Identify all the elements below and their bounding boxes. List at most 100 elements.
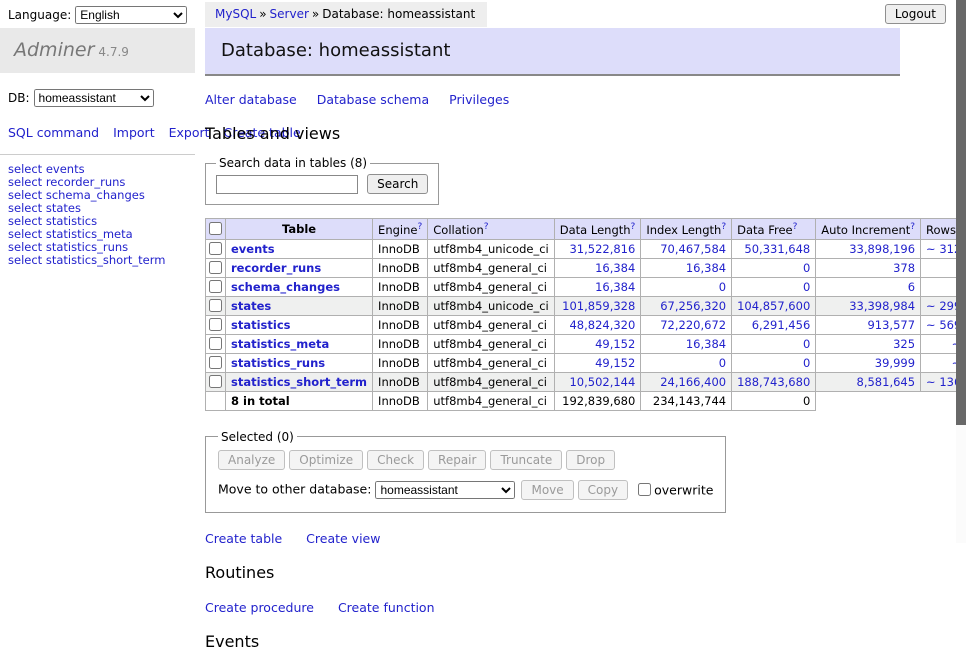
database-action-link[interactable]: Alter database (205, 92, 297, 107)
table-name-link[interactable]: schema_changes (231, 280, 340, 294)
tables-total-row: 8 in total InnoDB utf8mb4_general_ci 192… (206, 391, 966, 410)
table-name-link[interactable]: statistics_short_term (231, 375, 367, 389)
row-checkbox[interactable] (209, 299, 222, 312)
table-name-link[interactable]: states (231, 299, 271, 313)
index-length-value[interactable]: 16,384 (686, 337, 726, 351)
row-checkbox[interactable] (209, 280, 222, 293)
scrollbar-thumb[interactable] (956, 0, 966, 425)
selected-action-button[interactable]: Optimize (289, 450, 363, 470)
help-icon[interactable]: ? (793, 222, 798, 232)
move-button[interactable]: Move (521, 480, 573, 500)
data-free-value[interactable]: 0 (803, 261, 810, 275)
row-checkbox[interactable] (209, 356, 222, 369)
table-name-link[interactable]: events (231, 242, 275, 256)
selected-action-button[interactable]: Check (367, 450, 424, 470)
table-name-link[interactable]: statistics_meta (231, 337, 329, 351)
help-icon[interactable]: ? (417, 222, 422, 232)
data-length-value[interactable]: 49,152 (595, 356, 635, 370)
auto-increment-value[interactable]: 913,577 (867, 318, 915, 332)
index-length-value[interactable]: 0 (719, 356, 726, 370)
data-free-value[interactable]: 104,857,600 (737, 299, 810, 313)
data-free-value[interactable]: 6,291,456 (752, 318, 811, 332)
auto-increment-value[interactable]: 378 (893, 261, 915, 275)
auto-increment-value[interactable]: 6 (908, 280, 915, 294)
auto-increment-value-cell: 8,581,645 (816, 372, 921, 391)
index-length-value[interactable]: 67,256,320 (660, 299, 726, 313)
selected-action-button[interactable]: Analyze (218, 450, 285, 470)
copy-button[interactable]: Copy (578, 480, 628, 500)
breadcrumb-mysql-link[interactable]: MySQL (215, 7, 256, 21)
help-icon[interactable]: ? (910, 222, 915, 232)
table-row: eventsInnoDButf8mb4_unicode_ci31,522,816… (206, 239, 966, 258)
sidebar-action-link[interactable]: Import (113, 125, 155, 140)
database-action-link[interactable]: Privileges (449, 92, 509, 107)
auto-increment-value[interactable]: 325 (893, 337, 915, 351)
index-length-value[interactable]: 72,220,672 (660, 318, 726, 332)
db-select[interactable]: homeassistant (34, 89, 154, 107)
database-action-links: Alter database Database schema Privileges (205, 92, 900, 107)
database-action-link[interactable]: Database schema (317, 92, 429, 107)
sidebar-select-link[interactable]: select statistics_short_term (8, 254, 187, 267)
language-select[interactable]: English (75, 6, 187, 24)
search-input[interactable] (216, 175, 358, 194)
data-free-value[interactable]: 0 (803, 280, 810, 294)
data-free-value[interactable]: 0 (803, 356, 810, 370)
row-checkbox[interactable] (209, 375, 222, 388)
sidebar-action-link[interactable]: SQL command (8, 125, 99, 140)
table-name-link[interactable]: statistics (231, 318, 291, 332)
auto-increment-value[interactable]: 8,581,645 (857, 375, 916, 389)
data-length-value[interactable]: 49,152 (595, 337, 635, 351)
scrollbar[interactable] (956, 0, 966, 543)
data-length-value-cell: 49,152 (554, 353, 641, 372)
table-name-link[interactable]: recorder_runs (231, 261, 321, 275)
create-link[interactable]: Create table (205, 531, 282, 546)
selected-legend: Selected (0) (218, 430, 297, 444)
index-length-value[interactable]: 70,467,584 (660, 242, 726, 256)
index-length-value-cell: 16,384 (641, 334, 732, 353)
row-checkbox[interactable] (209, 261, 222, 274)
tables-list: Table Engine? Collation? Data Length? In… (205, 218, 966, 411)
data-length-value[interactable]: 31,522,816 (569, 242, 635, 256)
row-checkbox[interactable] (209, 242, 222, 255)
data-free-value[interactable]: 188,743,680 (737, 375, 810, 389)
create-link[interactable]: Create view (306, 531, 380, 546)
selected-action-button[interactable]: Drop (566, 450, 615, 470)
row-checkbox[interactable] (209, 318, 222, 331)
data-length-value[interactable]: 10,502,144 (569, 375, 635, 389)
sidebar-action-link[interactable]: Export (169, 125, 210, 140)
index-length-value[interactable]: 0 (719, 280, 726, 294)
data-length-value-cell: 16,384 (554, 258, 641, 277)
selected-action-button[interactable]: Truncate (490, 450, 562, 470)
data-length-value[interactable]: 16,384 (595, 280, 635, 294)
routines-links: Create procedure Create function (205, 600, 900, 615)
index-length-value[interactable]: 16,384 (686, 261, 726, 275)
index-length-value[interactable]: 24,166,400 (660, 375, 726, 389)
auto-increment-value[interactable]: 33,898,196 (849, 242, 915, 256)
data-length-value[interactable]: 48,824,320 (569, 318, 635, 332)
logout-button[interactable]: Logout (885, 4, 946, 24)
help-icon[interactable]: ? (631, 222, 636, 232)
data-length-value[interactable]: 16,384 (595, 261, 635, 275)
move-db-select[interactable]: homeassistant (375, 481, 515, 499)
breadcrumb-server-link[interactable]: Server (270, 7, 309, 21)
app-version[interactable]: 4.7.9 (98, 45, 129, 59)
data-length-value[interactable]: 101,859,328 (562, 299, 635, 313)
table-name-link[interactable]: statistics_runs (231, 356, 325, 370)
help-icon[interactable]: ? (721, 222, 726, 232)
routine-create-link[interactable]: Create procedure (205, 600, 314, 615)
auto-increment-value-cell: 325 (816, 334, 921, 353)
routine-create-link[interactable]: Create function (338, 600, 435, 615)
select-all-checkbox[interactable] (209, 222, 222, 235)
search-button[interactable]: Search (367, 174, 428, 194)
selected-action-button[interactable]: Repair (428, 450, 486, 470)
data-length-value-cell: 49,152 (554, 334, 641, 353)
auto-increment-value[interactable]: 39,999 (875, 356, 915, 370)
row-checkbox[interactable] (209, 337, 222, 350)
row-checkbox-cell (206, 334, 226, 353)
overwrite-label[interactable]: overwrite (654, 482, 713, 497)
help-icon[interactable]: ? (484, 222, 489, 232)
auto-increment-value[interactable]: 33,398,984 (849, 299, 915, 313)
overwrite-checkbox[interactable] (638, 483, 651, 496)
data-free-value[interactable]: 50,331,648 (744, 242, 810, 256)
data-free-value[interactable]: 0 (803, 337, 810, 351)
